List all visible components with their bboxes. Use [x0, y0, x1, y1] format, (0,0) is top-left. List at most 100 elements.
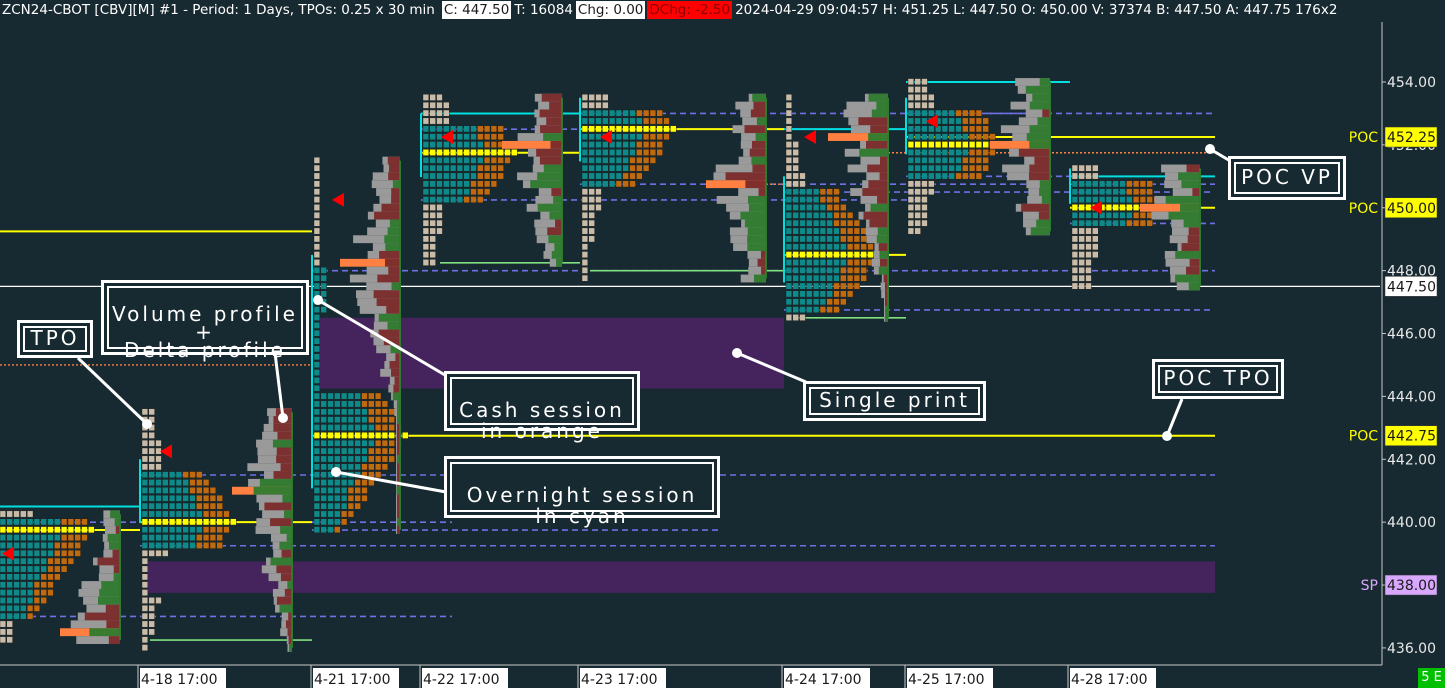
tpo-block — [955, 172, 962, 180]
tpo-block — [327, 526, 334, 534]
tpo-block — [216, 510, 223, 518]
tpo-block — [477, 156, 484, 164]
tpo-block — [368, 463, 375, 471]
tpo-block — [1085, 259, 1092, 266]
tpo-block — [860, 251, 867, 258]
tpo-block — [168, 510, 176, 518]
tpo-block — [436, 172, 443, 180]
delta-bar — [1028, 172, 1050, 181]
tpo-block — [588, 149, 595, 156]
tpo-block — [840, 290, 847, 298]
tpo-block — [327, 494, 334, 502]
tpo-block — [209, 502, 217, 510]
tpo-block — [819, 251, 827, 258]
tpo-block — [13, 526, 20, 534]
tpo-block — [422, 219, 430, 227]
tpo-block — [429, 251, 436, 258]
tpo-block — [443, 117, 450, 125]
delta-bar — [1181, 180, 1200, 189]
tpo-block — [1092, 219, 1099, 227]
tpo-block — [833, 251, 840, 258]
delta-bar — [108, 636, 120, 644]
tpo-block — [595, 164, 602, 172]
delta-bar — [89, 628, 120, 637]
annotation-volume-delta-text: Volume profile + Delta profile — [112, 302, 298, 362]
tpo-block — [182, 487, 189, 494]
tpo-block — [347, 439, 355, 447]
delta-bar — [387, 156, 400, 165]
delta-bar — [1187, 235, 1200, 244]
tpo-block — [581, 141, 589, 148]
tpo-block — [656, 141, 663, 148]
tpo-block — [141, 471, 149, 479]
tpo-block — [1092, 180, 1099, 188]
tpo-block — [581, 188, 589, 196]
annotation-cash-session: Cash session in orange — [444, 371, 640, 442]
tpo-block — [490, 164, 498, 172]
tpo-block — [785, 211, 793, 219]
tpo-block — [155, 439, 162, 447]
tpo-block — [1092, 211, 1099, 219]
tpo-block — [456, 164, 464, 172]
tpo-block — [785, 188, 793, 196]
tpo-block — [141, 636, 149, 644]
tpo-block — [907, 94, 915, 101]
tpo-block — [622, 141, 629, 148]
tpo-block — [450, 180, 457, 188]
tpo-block — [1071, 235, 1079, 243]
tpo-block — [595, 196, 602, 203]
tpo-block — [813, 196, 820, 203]
tpo-block — [948, 141, 955, 148]
tpo-block — [463, 156, 470, 164]
tpo-block — [833, 211, 840, 219]
tpo-block — [375, 463, 382, 471]
tpo-block — [456, 141, 464, 148]
delta-bar — [869, 219, 888, 228]
tpo-block — [141, 549, 149, 557]
tpo-block — [20, 612, 27, 620]
tpo-block — [313, 494, 321, 502]
tpo-block — [1071, 267, 1079, 274]
tpo-block — [581, 156, 589, 164]
tpo-block — [656, 109, 663, 117]
tpo-block — [33, 526, 41, 534]
tpo-block — [581, 125, 589, 133]
tpo-block — [813, 282, 820, 290]
tpo-block — [982, 149, 989, 156]
tpo-block — [588, 164, 595, 172]
tpo-block — [860, 267, 867, 274]
tpo-block — [320, 479, 327, 486]
tpo-block — [1085, 180, 1092, 188]
tpo-block — [334, 502, 341, 510]
tpo-block — [1105, 196, 1113, 203]
tpo-block — [1085, 251, 1092, 258]
tpo-block — [1126, 180, 1133, 188]
tpo-block — [155, 518, 162, 526]
tpo-block — [1112, 180, 1119, 188]
delta-bar — [109, 541, 120, 550]
tpo-block — [209, 510, 217, 518]
tpo-block — [6, 518, 13, 526]
tpo-block — [819, 196, 827, 203]
tpo-block — [962, 125, 969, 133]
tpo-block — [320, 494, 327, 502]
delta-bar — [1178, 172, 1200, 181]
tpo-block — [1078, 251, 1085, 258]
tpo-block — [867, 251, 874, 258]
tpo-block — [484, 188, 491, 196]
delta-bar — [1168, 211, 1200, 220]
tpo-block — [1146, 180, 1153, 188]
tpo-block — [914, 133, 921, 141]
close-marker-arrow — [804, 130, 816, 145]
tpo-block — [381, 408, 389, 416]
tpo-block — [622, 180, 629, 188]
tpo-block — [375, 432, 382, 439]
tpo-block — [921, 180, 928, 188]
tpo-block — [819, 219, 827, 227]
tpo-block — [477, 180, 484, 188]
tpo-block — [327, 408, 334, 416]
tpo-block — [436, 204, 443, 211]
tpo-block — [88, 526, 95, 534]
tpo-block — [463, 133, 470, 141]
tpo-block — [860, 235, 867, 243]
